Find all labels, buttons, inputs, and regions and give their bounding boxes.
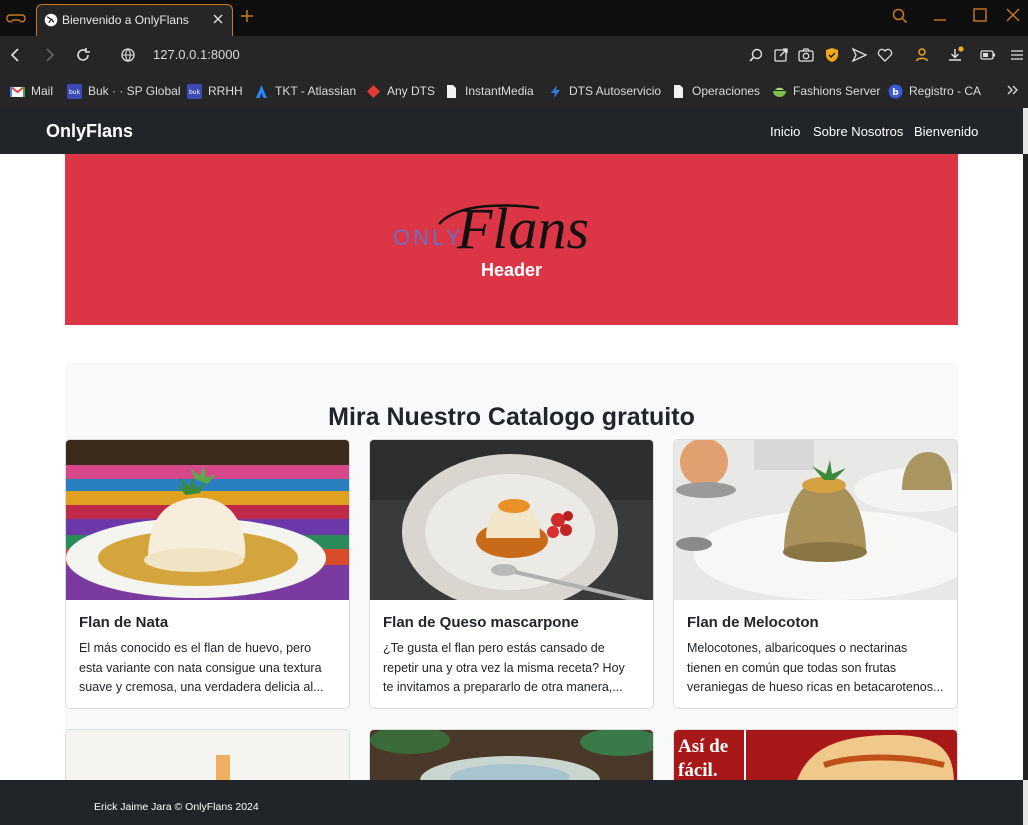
bookmark-registro-ca[interactable]: b Registro - CA [888,82,981,100]
buk-icon: buk [187,83,202,99]
card-text: El más conocido es el flan de huevo, per… [79,641,324,694]
bookmark-tkt-atlassian[interactable]: TKT - Atlassian [254,82,356,100]
profile-icon[interactable] [913,46,931,64]
heart-icon[interactable] [876,46,894,64]
page-icon [447,84,456,98]
download-icon[interactable] [946,46,964,64]
diamond-icon [367,84,380,98]
adblock-shield-icon[interactable] [823,46,841,64]
menu-icon[interactable] [1010,46,1024,64]
card-flan-de-queso-mascarpone[interactable]: Flan de Queso mascarpone ¿Te gusta el fl… [369,439,654,709]
url-field[interactable]: 127.0.0.1:8000 [153,47,240,62]
site-footer: Erick Jaime Jara © OnlyFlans 2024 [0,780,1023,825]
zoom-search-icon[interactable] [747,46,765,64]
forward-icon[interactable] [40,46,58,64]
page-icon [674,84,683,98]
bookmark-rrhh[interactable]: buk RRHH [187,82,243,100]
card-flan-de-melocoton[interactable]: Flan de Melocoton Melocotones, albaricoq… [673,439,958,709]
back-icon[interactable] [7,46,25,64]
gmail-icon [10,85,25,97]
card-flan-de-nata[interactable]: Flan de Nata El más conocido es el flan … [65,439,350,709]
maximize-icon[interactable] [970,6,990,26]
buk-icon: buk [67,83,82,99]
close-tab-icon[interactable] [211,12,225,26]
flan-de-nata-image [66,440,349,600]
gamepad-icon[interactable] [6,8,26,28]
site-info-icon[interactable] [119,46,137,64]
svg-text:fácil.: fácil. [678,760,718,781]
card-title: Flan de Melocoton [687,614,819,631]
onlyflans-logo: ONLY Flans [393,196,589,261]
catalog-title: Mira Nuestro Catalogo gratuito [328,403,695,431]
b-icon: b [888,84,903,98]
svg-text:Así de: Así de [678,736,728,757]
close-window-icon[interactable] [1003,6,1023,26]
bookmark-buk-sp-global[interactable]: buk Buk · · SP Global [67,82,180,100]
bookmarks-bar: Mail buk Buk · · SP Global buk RRHH TKT … [0,74,1028,108]
svg-text:ONLY: ONLY [393,225,463,250]
reload-icon[interactable] [74,46,92,64]
hero-caption: Header [480,260,543,280]
bookmark-fashions-server[interactable]: Fashions Server [772,82,880,100]
bookmark-instantmedia[interactable]: InstantMedia [444,82,534,100]
hero-header: ONLY Flans Header [65,154,958,325]
send-icon[interactable] [850,46,868,64]
tab-title: Bienvenido a OnlyFlans [62,13,189,27]
svg-text:b: b [892,88,899,98]
bolt-icon [551,84,560,98]
globe-favicon-icon [44,13,58,27]
svg-text:buk: buk [189,89,201,96]
more-bookmarks-icon[interactable] [1004,82,1020,98]
nav-link-sobre-nosotros[interactable]: Sobre Nosotros [813,124,903,139]
bookmark-operaciones[interactable]: Operaciones [671,82,760,100]
site-navbar: OnlyFlans Inicio Sobre Nosotros Bienveni… [0,108,1023,154]
web-page: OnlyFlans Inicio Sobre Nosotros Bienveni… [0,108,1023,825]
bookmark-mail[interactable]: Mail [10,82,53,100]
address-bar: 127.0.0.1:8000 [0,36,1028,74]
share-icon[interactable] [772,46,790,64]
bookmark-dts-autoservicio[interactable]: DTS Autoservicio [548,82,661,100]
card-title: Flan de Nata [79,614,169,631]
footer-copyright: Erick Jaime Jara © OnlyFlans 2024 [94,801,259,813]
bowl-icon [773,87,786,97]
card-text: Melocotones, albaricoques o nectarinas t… [687,641,944,694]
search-icon[interactable] [890,6,910,26]
browser-tab-bar: Bienvenido a OnlyFlans [0,0,1028,36]
camera-icon[interactable] [797,46,815,64]
nav-link-inicio[interactable]: Inicio [770,124,800,139]
svg-text:buk: buk [69,89,81,96]
card-text: ¿Te gusta el flan pero estás cansado de … [383,641,625,694]
active-tab[interactable]: Bienvenido a OnlyFlans [36,4,233,36]
minimize-icon[interactable] [930,6,950,26]
nav-link-bienvenido[interactable]: Bienvenido [914,124,978,139]
atlassian-icon [256,84,267,98]
flan-de-melocoton-image [674,440,957,600]
battery-icon[interactable] [979,46,997,64]
card-title: Flan de Queso mascarpone [383,614,579,631]
brand-link[interactable]: OnlyFlans [46,121,133,142]
flan-de-queso-mascarpone-image [370,440,653,600]
new-tab-icon[interactable] [239,8,255,24]
bookmark-any-dts[interactable]: Any DTS [366,82,435,100]
scrollbar-thumb[interactable] [1023,154,1028,780]
